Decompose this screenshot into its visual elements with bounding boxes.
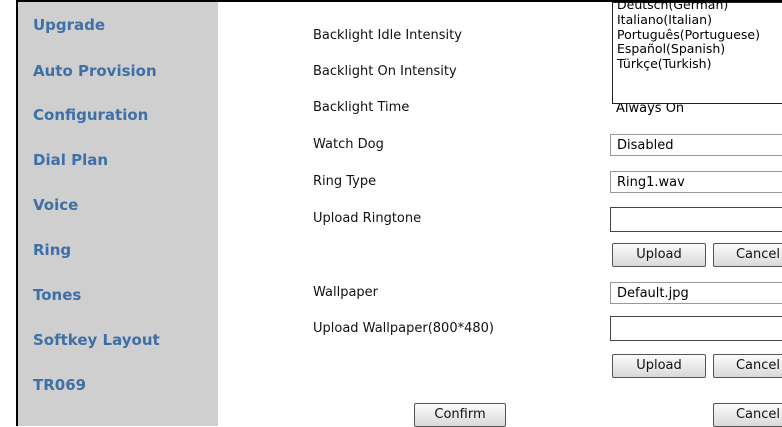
wallpaper-label: Wallpaper <box>313 285 379 300</box>
ring-type-select[interactable]: Ring1.wav <box>610 171 782 193</box>
backlight-on-intensity-label: Backlight On Intensity <box>313 64 457 79</box>
upload-wallpaper-button[interactable]: Upload <box>612 354 706 378</box>
language-option[interactable]: Türkçe(Turkish) <box>617 56 782 72</box>
cancel-ringtone-button[interactable]: Cancel <box>713 243 782 267</box>
language-option[interactable]: Deutsch(German) <box>617 0 782 13</box>
sidebar-item-auto-provision[interactable]: Auto Provision <box>33 62 157 80</box>
sidebar-item-softkey-layout[interactable]: Softkey Layout <box>33 331 160 349</box>
cancel-wallpaper-button[interactable]: Cancel <box>713 354 782 378</box>
language-option[interactable]: Español(Spanish) <box>617 42 782 57</box>
upload-ringtone-button[interactable]: Upload <box>612 243 706 267</box>
language-option[interactable]: Português(Portuguese) <box>617 27 782 43</box>
wallpaper-select[interactable]: Default.jpg <box>610 282 782 304</box>
sidebar-item-tr069[interactable]: TR069 <box>33 376 86 394</box>
ring-type-label: Ring Type <box>313 174 377 189</box>
ringtone-file-input[interactable] <box>610 207 782 232</box>
language-dropdown-list: Deutsch(German) Italiano(Italian) Portug… <box>612 0 782 104</box>
sidebar-item-voice[interactable]: Voice <box>33 196 78 214</box>
cancel-button[interactable]: Cancel <box>713 403 782 427</box>
upload-ringtone-label: Upload Ringtone <box>313 211 422 226</box>
language-option[interactable]: Italiano(Italian) <box>617 12 782 28</box>
backlight-idle-intensity-label: Backlight Idle Intensity <box>313 28 462 43</box>
frame-border-left <box>16 0 18 426</box>
sidebar-item-ring[interactable]: Ring <box>33 241 71 259</box>
sidebar-item-upgrade[interactable]: Upgrade <box>33 16 105 34</box>
sidebar-item-configuration[interactable]: Configuration <box>33 106 148 124</box>
sidebar-item-dial-plan[interactable]: Dial Plan <box>33 151 108 169</box>
wallpaper-file-input[interactable] <box>610 316 782 341</box>
sidebar-item-tones[interactable]: Tones <box>33 286 81 304</box>
confirm-button[interactable]: Confirm <box>414 403 506 427</box>
backlight-time-label: Backlight Time <box>313 100 410 115</box>
watch-dog-select[interactable]: Disabled <box>610 134 782 156</box>
watch-dog-label: Watch Dog <box>313 137 384 152</box>
upload-wallpaper-label: Upload Wallpaper(800*480) <box>313 321 494 336</box>
